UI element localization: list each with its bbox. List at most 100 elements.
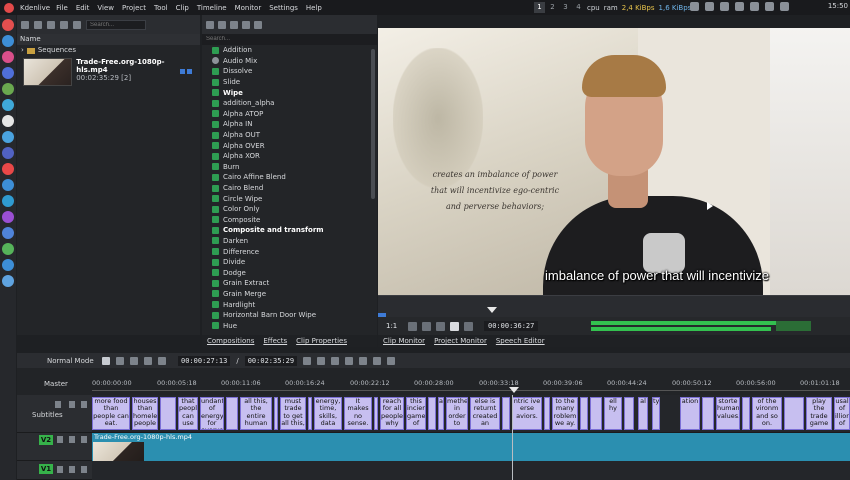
dock-app-icon[interactable] xyxy=(2,131,14,143)
subtitle-clip[interactable]: It makes no sense. xyxy=(344,397,372,430)
timeline-playhead[interactable] xyxy=(509,387,519,393)
menu-edit[interactable]: Edit xyxy=(76,4,90,12)
clipboard-icon[interactable] xyxy=(750,2,759,11)
dock-download-icon[interactable] xyxy=(2,179,14,191)
composition-item[interactable]: Composite and transform xyxy=(212,225,377,236)
composition-item[interactable]: Color Only xyxy=(212,204,377,215)
list-view-icon[interactable] xyxy=(60,20,68,29)
composition-item[interactable]: Addition xyxy=(212,45,377,56)
battery-icon[interactable] xyxy=(735,2,744,11)
dock-app-icon[interactable] xyxy=(2,83,14,95)
subtitle-clip[interactable]: all this, the entire human xyxy=(240,397,272,430)
menu-project[interactable]: Project xyxy=(122,4,146,12)
composition-item[interactable]: Burn xyxy=(212,162,377,173)
menu-help[interactable]: Help xyxy=(306,4,322,12)
dock-app-icon[interactable] xyxy=(2,275,14,287)
subtitle-clip[interactable]: to the many roblem we ay. xyxy=(552,397,578,430)
workspace-1[interactable]: 1 xyxy=(534,2,545,13)
subtitle-clip[interactable] xyxy=(308,397,312,430)
menu-timeline[interactable]: Timeline xyxy=(197,4,227,12)
audio-icon[interactable] xyxy=(230,20,238,29)
zoom-select[interactable]: 1:1 xyxy=(386,322,408,330)
composition-item[interactable]: Dissolve xyxy=(212,66,377,77)
tab-clip-properties[interactable]: Clip Properties xyxy=(296,337,347,345)
composition-item[interactable]: Slide xyxy=(212,77,377,88)
subtitle-clip[interactable] xyxy=(580,397,588,430)
v1-track[interactable] xyxy=(92,461,850,480)
composition-item[interactable]: Alpha OVER xyxy=(212,140,377,151)
forward-icon[interactable] xyxy=(464,321,473,331)
lock-icon[interactable] xyxy=(81,436,87,443)
subtitle-clip[interactable] xyxy=(624,397,634,430)
composition-item[interactable]: Circle Wipe xyxy=(212,193,377,204)
video-icon[interactable] xyxy=(218,20,226,29)
hide-icon[interactable] xyxy=(69,401,75,408)
composition-item[interactable]: Wipe xyxy=(212,87,377,98)
menu-icon[interactable] xyxy=(47,20,55,29)
tab-project-monitor[interactable]: Project Monitor xyxy=(434,337,487,345)
dock-app-icon[interactable] xyxy=(2,115,14,127)
hide-icon[interactable] xyxy=(69,466,75,473)
composition-item[interactable]: Grain Extract xyxy=(212,278,377,289)
workspace-3[interactable]: 3 xyxy=(560,2,571,13)
cloud-icon[interactable] xyxy=(705,2,714,11)
subtitle-clip[interactable] xyxy=(160,397,176,430)
power-icon[interactable] xyxy=(780,2,789,11)
v1-tag[interactable]: V1 xyxy=(39,464,53,474)
video-monitor[interactable]: creates an imbalance of power that will … xyxy=(378,28,850,295)
composition-item[interactable]: Horizontal Barn Door Wipe xyxy=(212,310,377,321)
subtitle-clip[interactable]: ntric ive erse aviors. xyxy=(512,397,542,430)
dock-files-icon[interactable] xyxy=(2,35,14,47)
spacer-tool-icon[interactable] xyxy=(130,356,138,365)
extract-icon[interactable] xyxy=(345,356,354,365)
subtitle-clip[interactable] xyxy=(428,397,436,430)
master-label[interactable]: Master xyxy=(44,380,68,388)
add-folder-icon[interactable] xyxy=(34,20,42,29)
subtitle-clip[interactable]: houses than homeless people xyxy=(132,397,158,430)
rewind-icon[interactable] xyxy=(436,321,445,331)
menu-tool[interactable]: Tool xyxy=(154,4,168,12)
edit-icon[interactable] xyxy=(55,401,61,408)
select-tool-icon[interactable] xyxy=(102,356,110,365)
zoom-icon[interactable] xyxy=(387,356,396,365)
menu-clip[interactable]: Clip xyxy=(176,4,189,12)
hide-icon[interactable] xyxy=(69,436,75,443)
lock-icon[interactable] xyxy=(81,466,87,473)
network-icon[interactable] xyxy=(720,2,729,11)
subtitle-clip[interactable]: more food than people can eat. xyxy=(92,397,130,430)
dock-app-icon[interactable] xyxy=(2,19,14,31)
menu-file[interactable]: File xyxy=(56,4,68,12)
lift-icon[interactable] xyxy=(331,356,340,365)
tab-effects[interactable]: Effects xyxy=(263,337,287,345)
monitor-ruler[interactable] xyxy=(378,295,850,318)
dock-app-icon[interactable] xyxy=(2,147,14,159)
menu-view[interactable]: View xyxy=(97,4,114,12)
dock-app-icon[interactable] xyxy=(2,163,14,175)
filter-icon[interactable] xyxy=(73,20,81,29)
timeline-ruler[interactable]: Master 00:00:00:00 00:00:05:18 00:00:11:06… xyxy=(17,368,850,395)
v2-tag[interactable]: V2 xyxy=(39,435,53,445)
subtitle-clip[interactable]: that people can use xyxy=(178,397,198,430)
dock-mail-icon[interactable] xyxy=(2,67,14,79)
subtitle-clip[interactable]: a xyxy=(438,397,444,430)
composition-item[interactable]: addition_alpha xyxy=(212,98,377,109)
composition-item[interactable]: Grain Merge xyxy=(212,289,377,300)
v2-track[interactable]: Trade-Free.org-1080p-hls.mp4 xyxy=(92,433,850,461)
monitor-playhead[interactable] xyxy=(487,307,497,313)
play-icon[interactable] xyxy=(450,321,459,331)
subtitle-clip[interactable]: storte human values. xyxy=(716,397,740,430)
menu-monitor[interactable]: Monitor xyxy=(235,4,262,12)
monitor-timecode[interactable]: 00:00:36:27 xyxy=(484,321,539,331)
subtitle-clip[interactable] xyxy=(374,397,378,430)
bin-search-input[interactable] xyxy=(86,19,146,30)
subtitle-clip[interactable]: usal of illion of xyxy=(834,397,850,430)
dock-app-icon[interactable] xyxy=(2,195,14,207)
composition-item[interactable]: Difference xyxy=(212,246,377,257)
subtitle-clip[interactable]: this inciency game of xyxy=(406,397,426,430)
sound-icon[interactable] xyxy=(690,2,699,11)
tab-speech-editor[interactable]: Speech Editor xyxy=(496,337,545,345)
edit-mode-select[interactable]: Normal Mode xyxy=(47,357,102,365)
edit-icon[interactable] xyxy=(57,466,63,473)
link-icon[interactable] xyxy=(158,356,166,365)
workspace-2[interactable]: 2 xyxy=(547,2,558,13)
